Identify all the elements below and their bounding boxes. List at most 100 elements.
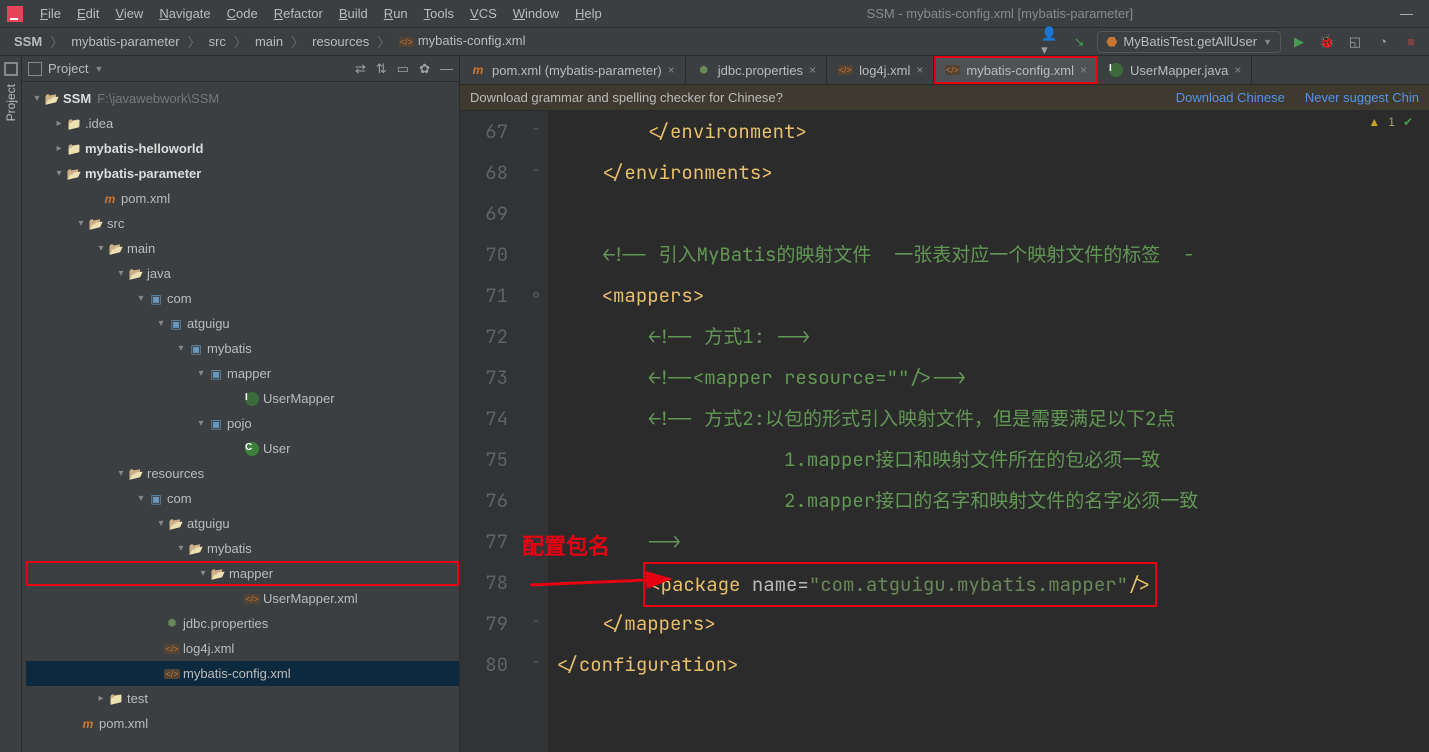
collapse-all-icon[interactable]: ▭ — [397, 61, 409, 77]
tree-item-r-com[interactable]: ▾com — [26, 486, 459, 511]
editor-area: pom.xml (mybatis-parameter)×jdbc.propert… — [460, 56, 1429, 752]
run-config-selector[interactable]: ⬣ MyBatisTest.getAllUser ▼ — [1097, 31, 1281, 53]
profiler-button[interactable]: ◔ — [1373, 32, 1393, 52]
tree-root[interactable]: ▾SSMF:\javawebwork\SSM — [26, 86, 459, 111]
menu-vcs[interactable]: VCS — [462, 4, 505, 23]
tree-item-r-mybatis[interactable]: ▾mybatis — [26, 536, 459, 561]
breadcrumb-item[interactable]: src — [203, 32, 232, 51]
warning-count: 1 — [1388, 115, 1395, 129]
tree-item-src[interactable]: ▾src — [26, 211, 459, 236]
breadcrumb-item[interactable]: main — [249, 32, 289, 51]
menu-view[interactable]: View — [107, 4, 151, 23]
menu-build[interactable]: Build — [331, 4, 376, 23]
tree-item-java[interactable]: ▾java — [26, 261, 459, 286]
breadcrumb-item[interactable]: resources — [306, 32, 375, 51]
tree-item-usermapper[interactable]: UserMapper — [26, 386, 459, 411]
download-link[interactable]: Download Chinese — [1166, 90, 1295, 105]
folder-icon — [108, 691, 124, 707]
menu-bar: FileEditViewNavigateCodeRefactorBuildRun… — [0, 0, 1429, 28]
tree-item-resources[interactable]: ▾resources — [26, 461, 459, 486]
code-editor[interactable]: ▲ 1 ✔ 配置包名 6768697071727374757677787980 … — [460, 111, 1429, 752]
close-tab-icon[interactable]: × — [916, 63, 923, 77]
tree-item-test[interactable]: ▸test — [26, 686, 459, 711]
package-icon — [188, 341, 204, 357]
tree-item-pom-param[interactable]: pom.xml — [26, 186, 459, 211]
menu-help[interactable]: Help — [567, 4, 610, 23]
never-suggest-link[interactable]: Never suggest Chin — [1295, 90, 1419, 105]
close-tab-icon[interactable]: × — [1080, 63, 1087, 77]
project-tool-label[interactable]: Project — [4, 80, 18, 125]
tree-item-r-atguigu[interactable]: ▾atguigu — [26, 511, 459, 536]
breadcrumb-item[interactable]: SSM — [8, 32, 48, 51]
close-tab-icon[interactable]: × — [809, 63, 816, 77]
tree-item-main[interactable]: ▾main — [26, 236, 459, 261]
tool-window-rail: Project — [0, 56, 22, 752]
inspection-badge[interactable]: ▲ 1 ✔ — [1368, 115, 1413, 129]
notification-message: Download grammar and spelling checker fo… — [470, 90, 783, 105]
menu-file[interactable]: File — [32, 4, 69, 23]
debug-button[interactable]: 🐞 — [1317, 32, 1337, 52]
tree-item-usermapper-xml[interactable]: UserMapper.xml — [26, 586, 459, 611]
menu-refactor[interactable]: Refactor — [266, 4, 331, 23]
maven-icon — [102, 191, 118, 207]
tab-label: jdbc.properties — [718, 63, 803, 78]
code-content[interactable]: </environment> </environments> <!-- 引入My… — [548, 111, 1429, 752]
tree-item-r-mapper[interactable]: ▾mapper — [26, 561, 459, 586]
tree-item-helloworld[interactable]: ▸mybatis-helloworld — [26, 136, 459, 161]
folder-icon — [66, 166, 82, 182]
file-type-icon — [837, 62, 853, 78]
project-view-icon[interactable] — [28, 62, 42, 76]
tree-item-parameter[interactable]: ▾mybatis-parameter — [26, 161, 459, 186]
build-hammer-icon[interactable]: ↘ — [1069, 32, 1089, 52]
expand-all-icon[interactable]: ⇅ — [376, 61, 387, 77]
tree-item-atguigu[interactable]: ▾atguigu — [26, 311, 459, 336]
line-gutter[interactable]: 6768697071727374757677787980 — [460, 111, 524, 752]
breadcrumb-item[interactable]: mybatis-config.xml — [392, 31, 531, 52]
app-logo-icon — [6, 5, 24, 23]
menu-code[interactable]: Code — [219, 4, 266, 23]
tree-item-jdbc[interactable]: jdbc.properties — [26, 611, 459, 636]
tree-item-com[interactable]: ▾com — [26, 286, 459, 311]
tree-item-pom-root[interactable]: pom.xml — [26, 711, 459, 736]
package-icon — [148, 491, 164, 507]
tree-item-pojo[interactable]: ▾pojo — [26, 411, 459, 436]
menu-window[interactable]: Window — [505, 4, 567, 23]
coverage-button[interactable]: ◱ — [1345, 32, 1365, 52]
tab-label: mybatis-config.xml — [966, 63, 1074, 78]
hide-panel-icon[interactable]: — — [440, 61, 453, 77]
select-opened-file-icon[interactable]: ⇄ — [355, 61, 366, 77]
chevron-down-icon[interactable]: ▼ — [94, 64, 103, 74]
breadcrumb-item[interactable]: mybatis-parameter — [65, 32, 185, 51]
project-tree[interactable]: ▾SSMF:\javawebwork\SSM ▸.idea ▸mybatis-h… — [22, 82, 459, 752]
main-split: Project Project ▼ ⇄ ⇅ ▭ ✿ — ▾SSMF:\javaw… — [0, 56, 1429, 752]
editor-tab[interactable]: jdbc.properties × — [686, 56, 827, 84]
editor-tab[interactable]: log4j.xml× — [827, 56, 934, 84]
add-user-icon[interactable]: 👤▾ — [1041, 32, 1061, 52]
project-panel-title: Project — [48, 61, 88, 76]
stop-button[interactable]: ■ — [1401, 32, 1421, 52]
tree-item-idea[interactable]: ▸.idea — [26, 111, 459, 136]
tree-item-mapper[interactable]: ▾mapper — [26, 361, 459, 386]
close-tab-icon[interactable]: × — [668, 63, 675, 77]
settings-gear-icon[interactable]: ✿ — [419, 61, 430, 77]
window-minimize-button[interactable]: — — [1390, 6, 1423, 21]
menu-navigate[interactable]: Navigate — [151, 4, 218, 23]
folder-icon — [188, 541, 204, 557]
breadcrumb-separator-icon: 〉 — [291, 32, 304, 51]
tree-item-mybatis-config[interactable]: mybatis-config.xml — [26, 661, 459, 686]
warning-icon: ▲ — [1368, 115, 1380, 129]
editor-tab[interactable]: pom.xml (mybatis-parameter)× — [460, 56, 686, 84]
close-tab-icon[interactable]: × — [1234, 63, 1241, 77]
project-tool-icon[interactable] — [4, 62, 18, 76]
editor-tab[interactable]: UserMapper.java× — [1098, 56, 1252, 84]
tree-item-log4j[interactable]: log4j.xml — [26, 636, 459, 661]
tree-item-mybatis[interactable]: ▾mybatis — [26, 336, 459, 361]
menu-run[interactable]: Run — [376, 4, 416, 23]
menu-edit[interactable]: Edit — [69, 4, 107, 23]
fold-gutter[interactable]: ⌃⌃⊖⌃⌃ — [524, 111, 548, 752]
editor-tab[interactable]: mybatis-config.xml × — [934, 56, 1098, 84]
menu-tools[interactable]: Tools — [416, 4, 462, 23]
run-config-icon: ⬣ — [1106, 34, 1117, 50]
run-button[interactable]: ▶ — [1289, 32, 1309, 52]
tree-item-user[interactable]: User — [26, 436, 459, 461]
